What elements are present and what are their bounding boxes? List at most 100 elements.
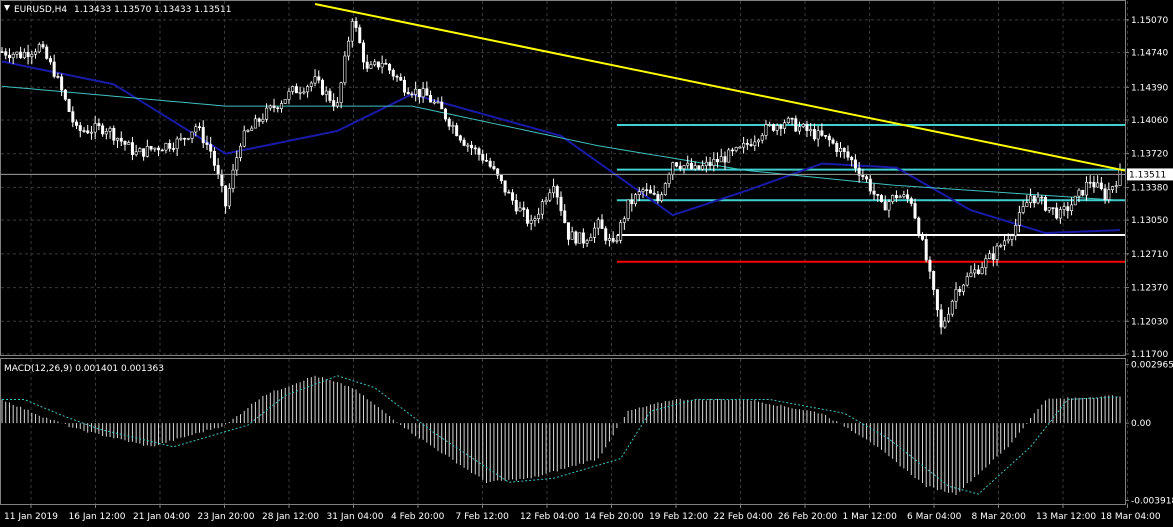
candle-body <box>30 54 34 58</box>
ohlc-values: 1.13433 1.13570 1.13433 1.13511 <box>74 5 231 15</box>
candle-body <box>1103 188 1107 200</box>
candle-body <box>376 61 380 68</box>
candle-body <box>15 51 19 55</box>
candle-body <box>317 76 321 81</box>
time-tick-label: 28 Jan 12:00 <box>262 512 319 522</box>
time-tick-label: 18 Mar 04:00 <box>1101 512 1161 522</box>
candle-body <box>1017 212 1021 226</box>
candle-body <box>1058 209 1062 219</box>
candle-body <box>231 169 235 189</box>
time-tick-label: 16 Jan 12:00 <box>69 512 126 522</box>
candle-body <box>93 123 97 133</box>
candle-body <box>615 240 619 242</box>
candle-body <box>0 51 4 53</box>
candle-body <box>4 51 8 56</box>
candle-body <box>198 126 202 128</box>
candle-body <box>1114 185 1118 187</box>
time-tick-label: 7 Feb 12:00 <box>456 512 510 522</box>
time-tick-label: 22 Feb 04:00 <box>714 512 773 522</box>
candle-body <box>548 192 552 201</box>
candle-body <box>56 76 60 78</box>
candle-body <box>160 149 164 152</box>
candle-body <box>1111 186 1115 190</box>
candle-body <box>771 124 775 131</box>
candle-body <box>712 159 716 166</box>
candle-body <box>443 108 447 120</box>
candle-body <box>641 189 645 192</box>
candle-body <box>969 272 973 277</box>
candle-body <box>388 63 392 71</box>
candle-body <box>235 157 239 171</box>
candle-body <box>540 201 544 215</box>
candle-body <box>581 232 585 244</box>
candle-body <box>67 99 71 112</box>
candle-body <box>1051 207 1055 209</box>
candle-body <box>373 61 377 65</box>
candle-body <box>440 101 444 110</box>
candle-body <box>805 123 809 132</box>
price-tick-label: 1.11700 <box>1131 350 1168 360</box>
candle-body <box>145 146 149 157</box>
candle-body <box>660 194 664 201</box>
candle-body <box>1036 196 1040 204</box>
candle-body <box>60 76 64 91</box>
candle-body <box>514 200 518 212</box>
candle-body <box>988 253 992 259</box>
candle-body <box>961 284 965 292</box>
candle-body <box>1084 181 1088 196</box>
candle-body <box>522 207 526 210</box>
candle-body <box>350 21 354 42</box>
candle-body <box>529 219 533 224</box>
candle-body <box>242 130 246 147</box>
candle-body <box>865 176 869 180</box>
candle-body <box>116 137 120 141</box>
price-tick-label: 1.14060 <box>1131 116 1168 126</box>
candle-body <box>41 44 45 48</box>
candle-body <box>719 156 723 163</box>
candle-body <box>86 130 90 134</box>
macd-tick-label: 0.00 <box>1131 419 1151 429</box>
candle-body <box>652 192 656 195</box>
candle-body <box>291 86 295 92</box>
candle-body <box>932 271 936 290</box>
candle-body <box>272 105 276 109</box>
candle-body <box>451 125 455 127</box>
price-tick-label: 1.14740 <box>1131 49 1168 59</box>
candle-body <box>268 105 272 109</box>
candle-body <box>1099 182 1103 190</box>
candle-body <box>335 102 339 107</box>
candle-body <box>239 145 243 158</box>
macd-tick-label: 0.002965 <box>1131 361 1173 371</box>
candle-body <box>831 139 835 144</box>
candle-body <box>689 162 693 170</box>
candle-body <box>142 148 146 157</box>
candle-body <box>708 161 712 166</box>
candle-body <box>682 165 686 170</box>
candle-body <box>537 213 541 219</box>
candle-body <box>570 231 574 240</box>
candle-body <box>429 95 433 103</box>
candle-body <box>879 195 883 202</box>
time-tick-label: 1 Mar 12:00 <box>843 512 898 522</box>
candle-body <box>980 267 984 274</box>
candle-body <box>101 125 105 135</box>
candle-body <box>1029 195 1033 203</box>
candle-body <box>175 138 179 149</box>
candle-body <box>186 138 190 140</box>
candle-body <box>220 174 224 187</box>
candle-body <box>648 189 652 194</box>
candle-body <box>958 289 962 292</box>
price-tick-label: 1.12370 <box>1131 284 1168 294</box>
candle-body <box>626 199 630 219</box>
time-tick-label: 21 Jan 04:00 <box>133 512 190 522</box>
candle-body <box>723 156 727 163</box>
candle-body <box>935 289 939 311</box>
candle-body <box>481 154 485 161</box>
candle-body <box>52 61 56 77</box>
chart-canvas[interactable]: 1.15070 1.14740 1.14390 1.14060 1.13720 1.133… <box>0 0 1173 527</box>
candle-body <box>853 159 857 169</box>
candle-body <box>913 203 917 219</box>
candle-body <box>973 269 977 274</box>
candle-body <box>753 141 757 146</box>
time-tick-label: 23 Jan 20:00 <box>198 512 255 522</box>
